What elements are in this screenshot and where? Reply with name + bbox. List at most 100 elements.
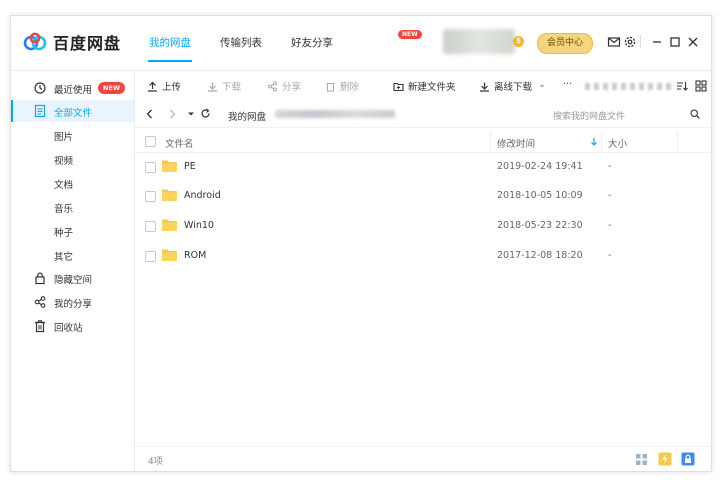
active-tab-indicator [148, 60, 192, 62]
folder-icon [162, 249, 177, 261]
tab-my-drive[interactable]: 我的网盘 [149, 35, 191, 50]
tab-friend-share[interactable]: 好友分享 [291, 35, 333, 50]
select-all-checkbox[interactable] [145, 136, 156, 147]
file-modified: 2018-05-23 22:30 [497, 220, 583, 231]
breadcrumb-root[interactable]: 我的网盘 [228, 109, 266, 123]
offline-download-button[interactable]: 离线下载 [479, 79, 550, 93]
table-row[interactable]: PE 2019-02-24 19:41 - [135, 153, 711, 182]
file-modified: 2019-02-24 19:41 [497, 161, 583, 172]
baidu-cloud-logo-icon [23, 32, 47, 51]
file-size: - [608, 220, 612, 231]
minimize-icon[interactable] [650, 35, 664, 49]
top-bar: 百度网盘 我的网盘 传输列表 好友分享 NEW $ 会员中心 [11, 16, 711, 71]
sidebar-item-torrents[interactable]: 种子 [54, 225, 73, 239]
upload-label: 上传 [162, 82, 182, 93]
header-divider [640, 35, 641, 48]
avatar[interactable] [443, 29, 515, 54]
apps-icon[interactable] [635, 453, 648, 466]
new-badge: NEW [398, 30, 422, 39]
search-input[interactable]: 搜索我的网盘文件 [545, 105, 705, 123]
sidebar-item-label: 隐藏空间 [54, 275, 93, 286]
column-header-name[interactable]: 文件名 [165, 136, 194, 150]
app-title: 百度网盘 [53, 34, 122, 53]
row-checkbox[interactable] [145, 191, 156, 202]
sidebar: 最近使用 NEW 全部文件 图片 视频 文档 音乐 种子 其它 隐藏空间 我的分… [11, 71, 135, 471]
search-icon[interactable] [690, 109, 700, 119]
file-name[interactable]: PE [184, 161, 196, 172]
sidebar-item-videos[interactable]: 视频 [54, 153, 73, 167]
column-header-modified[interactable]: 修改时间 [497, 136, 535, 150]
forward-icon[interactable] [167, 109, 177, 119]
row-checkbox[interactable] [145, 162, 156, 173]
blurred-toolbar-items [585, 83, 671, 90]
share-button[interactable]: 分享 [267, 79, 301, 93]
sidebar-item-label: 回收站 [54, 323, 83, 334]
column-divider [677, 131, 678, 152]
more-button[interactable]: ··· [563, 79, 572, 90]
vip-center-button[interactable]: 会员中心 [537, 33, 593, 54]
file-name[interactable]: ROM [184, 250, 206, 261]
grid-view-icon[interactable] [695, 80, 707, 92]
download-icon [480, 82, 489, 92]
sidebar-item-recent[interactable]: 最近使用 NEW [11, 77, 134, 99]
sidebar-item-label: 全部文件 [54, 108, 93, 119]
column-divider [601, 131, 602, 152]
trash-icon [35, 320, 45, 333]
delete-label: 删除 [340, 82, 360, 93]
table-row[interactable]: Win10 2018-05-23 22:30 - [135, 212, 711, 241]
upload-icon [148, 81, 157, 92]
file-size: - [608, 161, 612, 172]
mail-icon[interactable] [607, 35, 621, 49]
file-list-header: 文件名 修改时间 大小 [135, 131, 711, 153]
maximize-icon[interactable] [668, 35, 682, 49]
new-folder-button[interactable]: 新建文件夹 [393, 79, 456, 93]
download-label: 下载 [222, 82, 242, 93]
file-size: - [608, 190, 612, 201]
file-name[interactable]: Win10 [184, 220, 214, 231]
folder-icon [162, 219, 177, 231]
file-size: - [608, 250, 612, 261]
tab-transfer-list[interactable]: 传输列表 [220, 35, 262, 50]
search-placeholder: 搜索我的网盘文件 [553, 112, 626, 122]
row-checkbox[interactable] [145, 221, 156, 232]
sidebar-item-my-shares[interactable]: 我的分享 [11, 291, 134, 313]
sidebar-item-all-files[interactable]: 全部文件 [11, 100, 134, 122]
sidebar-item-images[interactable]: 图片 [54, 129, 73, 143]
gear-icon[interactable] [623, 35, 637, 49]
upload-button[interactable]: 上传 [147, 79, 181, 93]
download-button[interactable]: 下载 [207, 79, 241, 93]
speedup-icon[interactable] [658, 452, 672, 466]
app-window: 百度网盘 我的网盘 传输列表 好友分享 NEW $ 会员中心 最近使用 NEW … [10, 15, 712, 472]
close-icon[interactable] [686, 35, 700, 49]
chevron-down-icon [539, 85, 545, 88]
safe-box-icon[interactable] [681, 452, 695, 466]
sidebar-item-label: 最近使用 [54, 85, 93, 96]
delete-button[interactable]: 删除 [325, 79, 359, 93]
sort-desc-icon[interactable] [590, 137, 598, 146]
table-row[interactable]: ROM 2017-12-08 18:20 - [135, 242, 711, 271]
clock-icon [34, 82, 46, 94]
row-checkbox[interactable] [145, 251, 156, 262]
sidebar-item-other[interactable]: 其它 [54, 249, 73, 263]
new-folder-icon [393, 82, 404, 91]
trash-icon [326, 82, 335, 91]
logo: 百度网盘 [23, 30, 121, 54]
share-label: 分享 [282, 82, 302, 93]
sidebar-item-hidden-space[interactable]: 隐藏空间 [11, 267, 134, 289]
folder-icon [162, 189, 177, 201]
document-icon [34, 104, 46, 118]
column-header-size[interactable]: 大小 [608, 136, 627, 150]
history-dropdown-icon[interactable] [187, 110, 195, 118]
path-bar: 我的网盘 搜索我的网盘文件 [135, 101, 711, 128]
sidebar-item-recycle-bin[interactable]: 回收站 [11, 315, 134, 337]
sidebar-item-documents[interactable]: 文档 [54, 177, 73, 191]
sort-icon[interactable] [676, 80, 688, 92]
item-count: 4项 [148, 457, 163, 467]
table-row[interactable]: Android 2018-10-05 10:09 - [135, 182, 711, 211]
refresh-icon[interactable] [200, 108, 211, 119]
file-modified: 2017-12-08 18:20 [497, 250, 583, 261]
back-icon[interactable] [145, 109, 155, 119]
new-folder-label: 新建文件夹 [408, 82, 456, 93]
file-name[interactable]: Android [184, 190, 221, 201]
sidebar-item-music[interactable]: 音乐 [54, 201, 73, 215]
